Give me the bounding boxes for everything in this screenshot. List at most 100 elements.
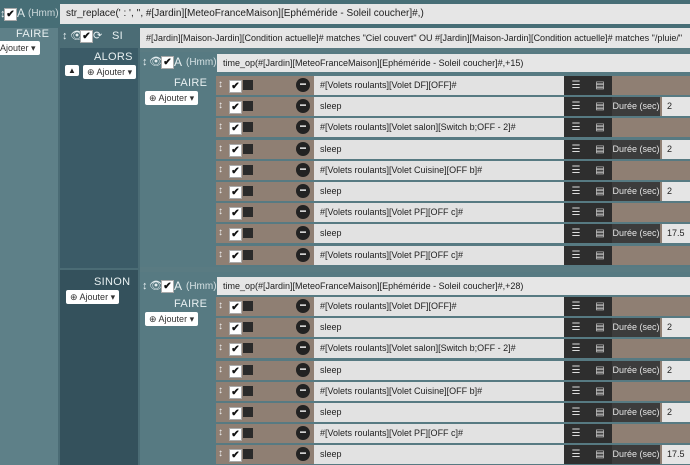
enable-checkbox[interactable]: ✔ [4,8,17,21]
row-enable-checkbox[interactable]: ✔ [229,449,242,463]
duree-value-input[interactable]: 2 [662,139,690,159]
action-command-field[interactable]: sleep [314,445,568,465]
row-enable-checkbox[interactable]: ✔ [229,228,242,242]
row-enable-checkbox[interactable]: ✔ [229,143,242,157]
remove-action-icon[interactable]: − [296,362,310,377]
si-condition-field[interactable]: #[Jardin][Maison-Jardin][Condition actue… [140,28,690,48]
row-enable-checkbox[interactable]: ✔ [229,80,242,93]
remove-action-icon[interactable]: − [296,162,310,177]
action-command-field[interactable]: #[Volets roulants][Volet Cuisine][OFF b]… [314,160,568,180]
action-command-field[interactable]: #[Volets roulants][Volet salon][Switch b… [314,118,568,138]
row-enable-checkbox[interactable]: ✔ [229,164,242,178]
options-icon[interactable]: ▤ [588,139,612,159]
row-enable-checkbox[interactable]: ✔ [229,186,242,199]
options-icon[interactable]: ▤ [588,224,612,244]
alors-a-drag-icon[interactable]: ↕ [142,55,148,69]
sinon-faire-ajouter-button[interactable]: ⊕ Ajouter ▾ [145,312,199,326]
remove-action-icon[interactable]: − [296,247,310,262]
si-refresh-icon[interactable]: ⟳ [93,29,102,43]
row-drag-icon[interactable]: ↕ [218,427,223,438]
list-icon[interactable]: ☰ [564,445,588,465]
action-command-field[interactable]: #[Volets roulants][Volet PF][OFF c]# [314,245,568,265]
row-option-square[interactable] [243,186,253,196]
options-icon[interactable]: ▤ [588,76,612,95]
row-enable-checkbox[interactable]: ✔ [229,322,242,336]
options-icon[interactable]: ▤ [588,424,612,444]
sinon-ajouter-button[interactable]: ⊕ Ajouter ▾ [66,290,120,304]
top-expression-field[interactable]: str_replace(' : ', '', #[Jardin][MeteoFr… [60,4,690,24]
remove-action-icon[interactable]: − [296,447,310,462]
action-command-field[interactable]: #[Volets roulants][Volet PF][OFF c]# [314,424,568,444]
options-icon[interactable]: ▤ [588,445,612,465]
duree-value-input[interactable]: 2 [662,182,690,201]
alors-ajouter-button[interactable]: ⊕ Ajouter ▾ [83,65,137,79]
row-enable-checkbox[interactable]: ✔ [229,385,242,399]
list-icon[interactable]: ☰ [564,139,588,159]
list-icon[interactable]: ☰ [564,403,588,422]
list-icon[interactable]: ☰ [564,203,588,223]
alors-collapse-button[interactable]: ▲ [65,65,79,76]
list-icon[interactable]: ☰ [564,118,588,138]
row-drag-icon[interactable]: ↕ [218,185,223,196]
remove-action-icon[interactable]: − [296,226,310,241]
action-command-field[interactable]: #[Volets roulants][Volet PF][OFF c]# [314,203,568,223]
list-icon[interactable]: ☰ [564,339,588,359]
options-icon[interactable]: ▤ [588,160,612,180]
options-icon[interactable]: ▤ [588,403,612,422]
row-enable-checkbox[interactable]: ✔ [229,301,242,314]
remove-action-icon[interactable]: − [296,184,310,198]
list-icon[interactable]: ☰ [564,360,588,380]
remove-action-icon[interactable]: − [296,78,310,92]
row-option-square[interactable] [243,428,253,439]
options-icon[interactable]: ▤ [588,339,612,359]
row-drag-icon[interactable]: ↕ [218,364,223,375]
remove-action-icon[interactable]: − [296,383,310,398]
action-command-field[interactable]: sleep [314,360,568,380]
options-icon[interactable]: ▤ [588,203,612,223]
row-drag-icon[interactable]: ↕ [218,249,223,260]
action-command-field[interactable]: #[Volets roulants][Volet DF][OFF]# [314,76,568,95]
row-option-square[interactable] [243,101,253,112]
action-command-field[interactable]: #[Volets roulants][Volet Cuisine][OFF b]… [314,381,568,401]
remove-action-icon[interactable]: − [296,141,310,156]
row-enable-checkbox[interactable]: ✔ [229,364,242,378]
duree-value-input[interactable]: 17.5 [662,445,690,465]
duree-value-input[interactable]: 2 [662,360,690,380]
remove-action-icon[interactable]: − [296,341,310,356]
row-drag-icon[interactable]: ↕ [218,100,223,111]
row-option-square[interactable] [243,207,253,218]
list-icon[interactable]: ☰ [564,318,588,338]
sinon-a-expression[interactable]: time_op(#[Jardin][MeteoFranceMaison][Eph… [217,277,690,295]
list-icon[interactable]: ☰ [564,97,588,117]
list-icon[interactable]: ☰ [564,245,588,265]
row-option-square[interactable] [243,122,253,133]
row-enable-checkbox[interactable]: ✔ [229,249,242,263]
duree-value-input[interactable]: 2 [662,403,690,422]
list-icon[interactable]: ☰ [564,76,588,95]
options-icon[interactable]: ▤ [588,360,612,380]
row-option-square[interactable] [243,407,253,417]
remove-action-icon[interactable]: − [296,299,310,313]
row-enable-checkbox[interactable]: ✔ [229,428,242,442]
row-enable-checkbox[interactable]: ✔ [229,122,242,136]
row-option-square[interactable] [243,249,253,260]
options-icon[interactable]: ▤ [588,245,612,265]
row-option-square[interactable] [243,80,253,90]
remove-action-icon[interactable]: − [296,320,310,335]
list-icon[interactable]: ☰ [564,424,588,444]
remove-action-icon[interactable]: − [296,426,310,441]
action-command-field[interactable]: sleep [314,97,568,117]
row-option-square[interactable] [243,228,253,239]
row-enable-checkbox[interactable]: ✔ [229,343,242,357]
row-option-square[interactable] [243,449,253,460]
action-command-field[interactable]: sleep [314,224,568,244]
options-icon[interactable]: ▤ [588,97,612,117]
row-option-square[interactable] [243,301,253,311]
sinon-a-drag-icon[interactable]: ↕ [142,279,148,293]
duree-value-input[interactable]: 2 [662,97,690,117]
row-drag-icon[interactable]: ↕ [218,121,223,132]
alors-faire-ajouter-button[interactable]: ⊕ Ajouter ▾ [145,91,199,105]
row-drag-icon[interactable]: ↕ [218,79,223,90]
row-drag-icon[interactable]: ↕ [218,321,223,332]
list-icon[interactable]: ☰ [564,381,588,401]
